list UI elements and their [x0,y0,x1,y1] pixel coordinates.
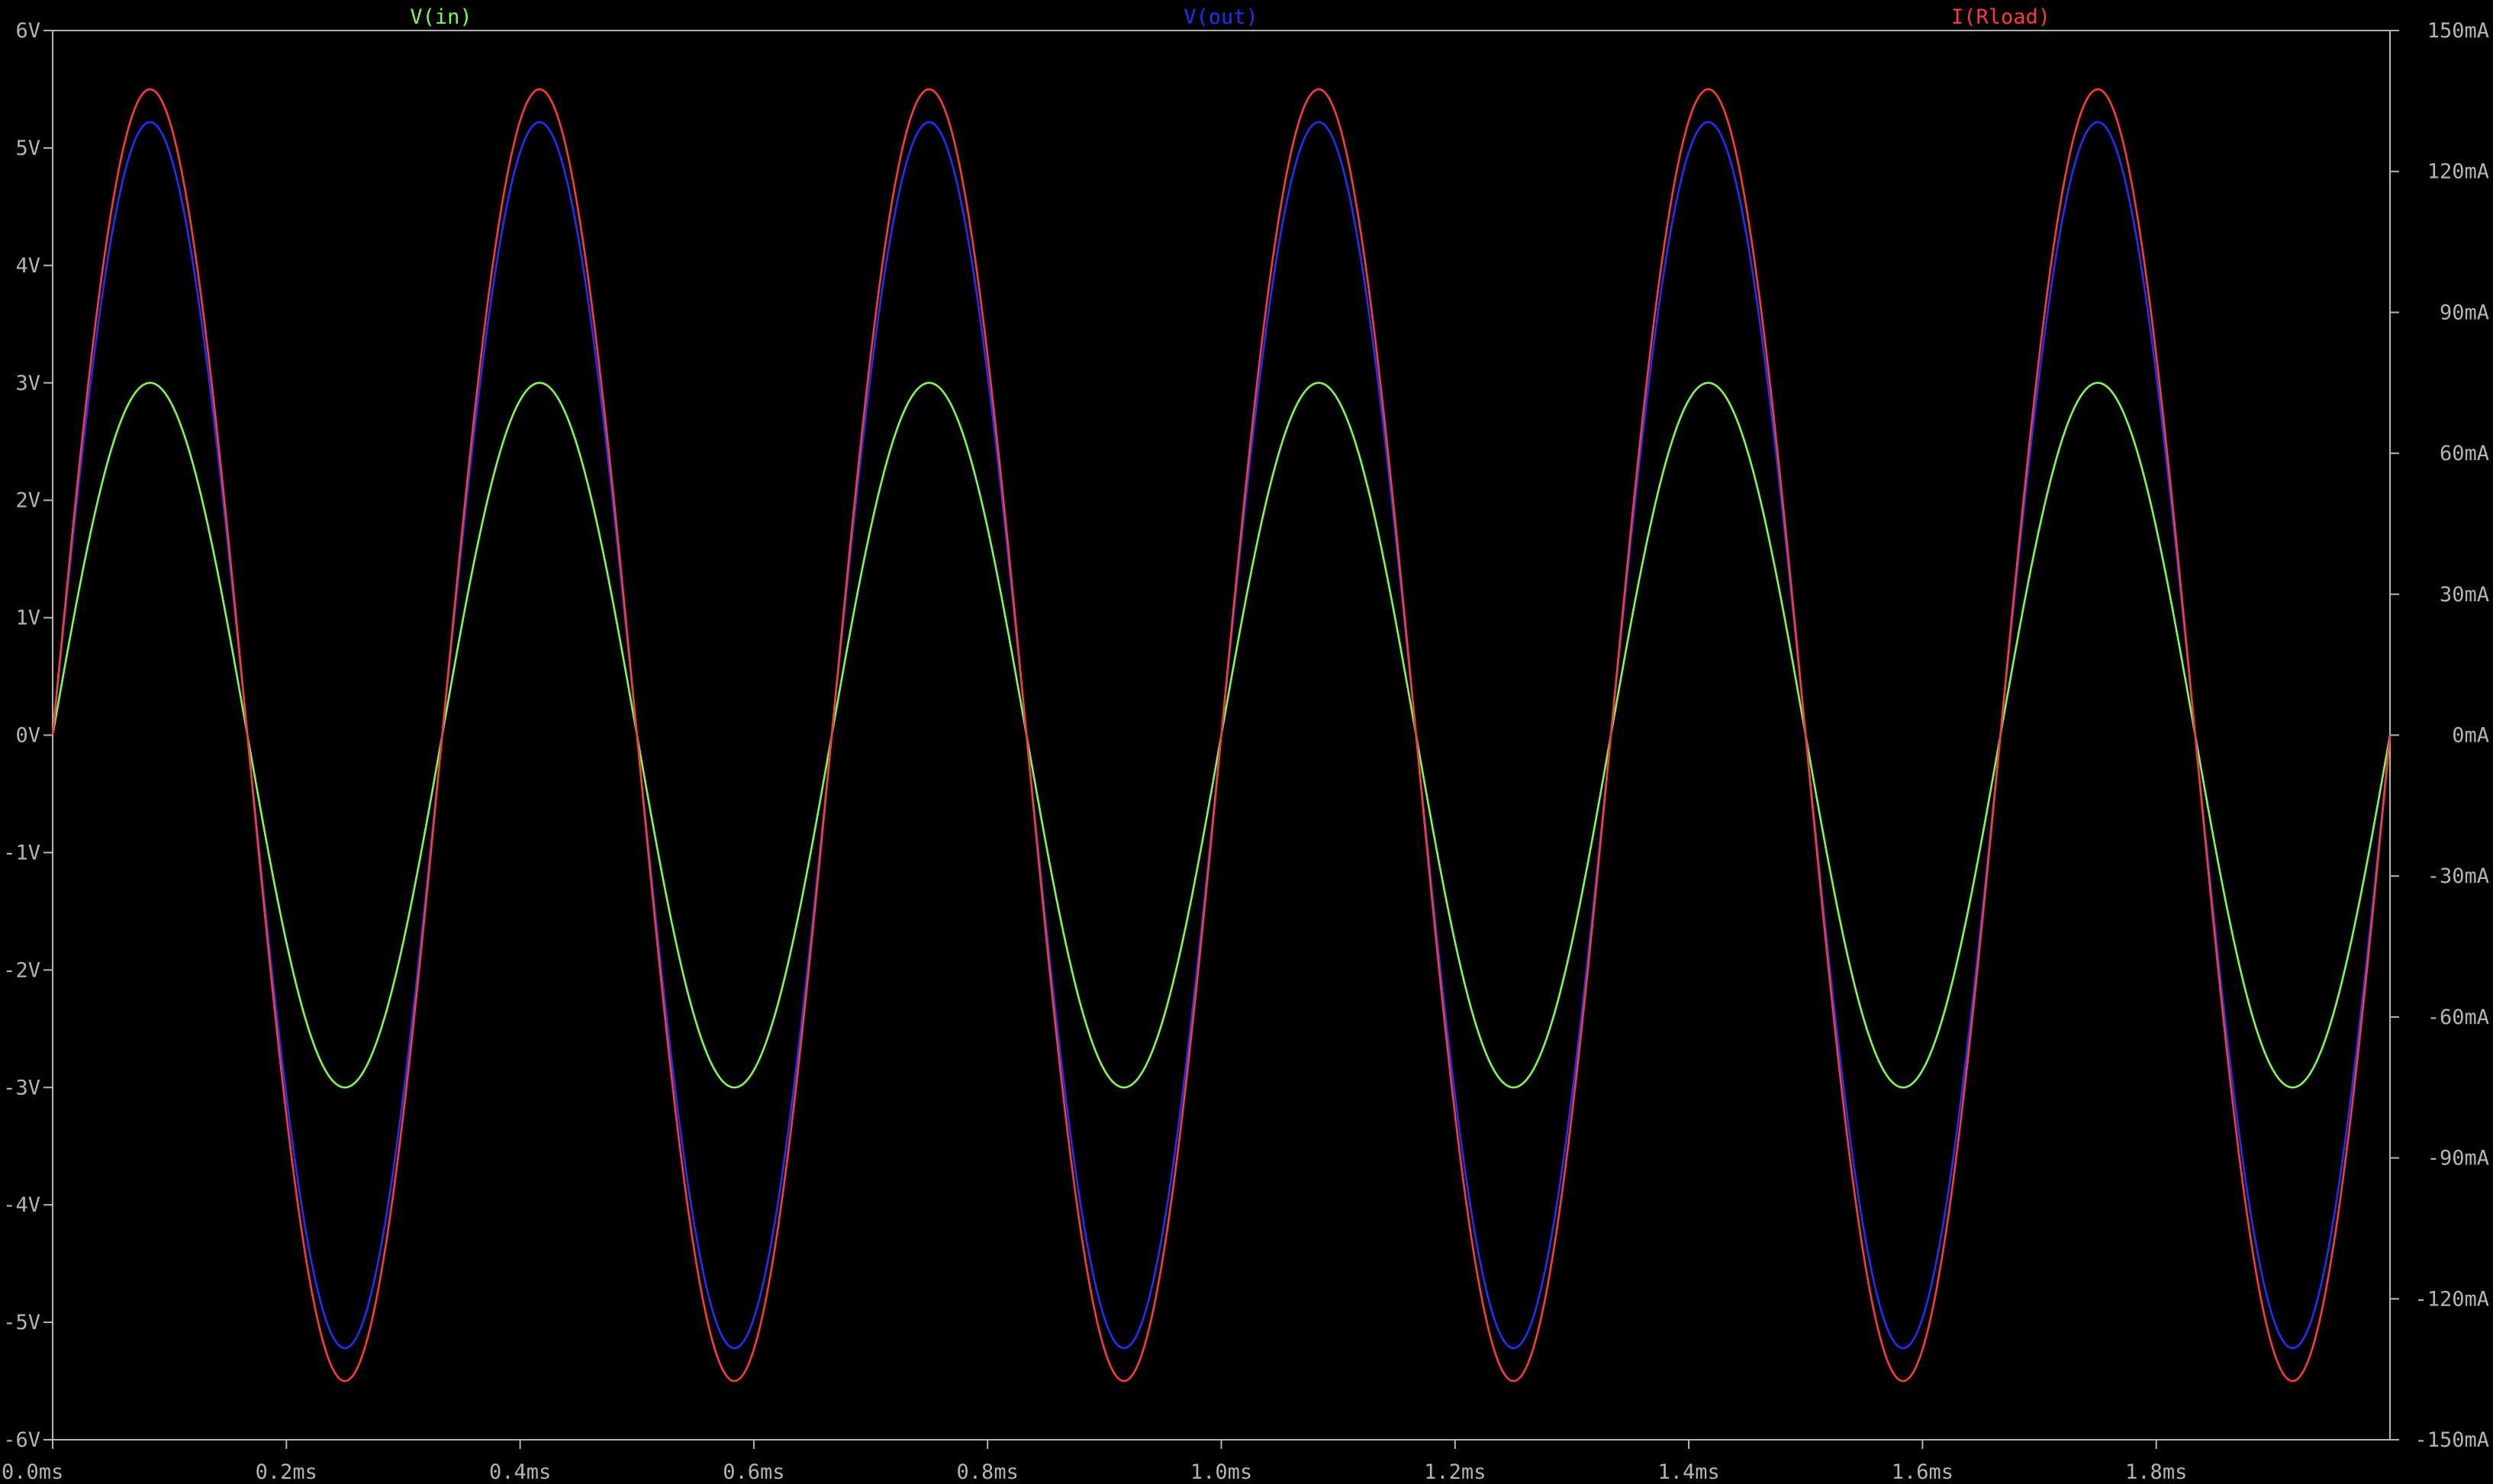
plot-background [0,0,2493,1484]
y-left-tick-label: 4V [15,254,40,278]
x-tick-label: 1.2ms [1424,1460,1486,1484]
y-right-tick-label: -150mA [2414,1428,2489,1452]
waveform-plot: 6V 5V 4V 3V 2V 1V 0V -1V -2V -3V -4V -5V -6V 150mA 120… [0,0,2493,1484]
y-left-tick-label: -3V [3,1076,40,1099]
y-left-tick-label: -4V [3,1193,40,1217]
legend-label-i-rload[interactable]: I(Rload) [1951,5,2050,29]
y-right-tick-label: 0mA [2452,724,2489,748]
legend-label-v-out[interactable]: V(out) [1184,5,1258,29]
y-left-tick-label: 0V [15,724,40,748]
legend-label-v-in[interactable]: V(in) [410,5,472,29]
y-left-tick-label: 3V [15,372,40,395]
y-right-tick-label: -60mA [2427,1006,2489,1029]
y-right-tick-label: -90mA [2427,1147,2489,1170]
y-right-tick-label: 150mA [2427,19,2489,43]
y-right-tick-label: 120mA [2427,160,2489,184]
y-right-tick-label: 30mA [2440,583,2489,607]
y-right-tick-label: 60mA [2440,442,2489,465]
x-tick-label: 1.6ms [1892,1460,1953,1484]
x-tick-label: 0.6ms [723,1460,784,1484]
x-tick-label: 0.0ms [2,1460,63,1484]
x-tick-label: 1.0ms [1190,1460,1252,1484]
y-left-tick-label: -5V [3,1311,40,1334]
y-left-tick-label: 1V [15,607,40,630]
x-tick-label: 1.8ms [2125,1460,2187,1484]
y-right-tick-label: -30mA [2427,864,2489,888]
x-tick-label: 0.2ms [256,1460,317,1484]
y-left-tick-label: 2V [15,489,40,513]
y-right-tick-label: -120mA [2414,1287,2489,1311]
y-left-tick-label: -6V [3,1428,40,1452]
x-tick-label: 0.8ms [957,1460,1019,1484]
y-right-tick-label: 90mA [2440,301,2489,324]
y-left-tick-label: 6V [15,19,40,43]
y-left-tick-label: -1V [3,841,40,864]
y-left-tick-label: 5V [15,137,40,160]
x-tick-label: 0.4ms [489,1460,551,1484]
x-tick-label: 1.4ms [1657,1460,1719,1484]
y-left-tick-label: -2V [3,958,40,982]
